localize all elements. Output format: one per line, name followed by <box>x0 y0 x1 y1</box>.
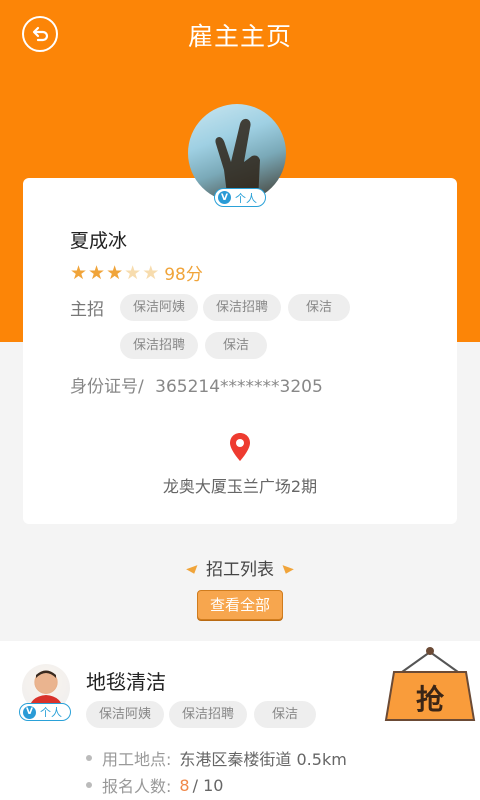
jobs-section-label: 招工列表 <box>206 560 274 580</box>
hire-label: 主招 <box>70 300 104 320</box>
hire-tag: 保洁 <box>205 332 267 359</box>
bullet-icon <box>86 782 92 788</box>
id-label: 身份证号/ <box>70 377 144 397</box>
decor-triangle-icon <box>185 564 200 576</box>
location-value: 东港区秦楼街道 0.5km <box>179 750 347 769</box>
rating-score: 98分 <box>164 265 203 285</box>
employer-address: 龙奥大厦玉兰广场2期 <box>162 477 318 496</box>
badge-label: 个人 <box>235 191 257 205</box>
signup-label: 报名人数: <box>102 777 172 796</box>
location-label: 用工地点: <box>102 750 172 769</box>
job-tag: 保洁 <box>254 701 316 728</box>
star-icon: ★ <box>88 261 106 284</box>
signup-count: 8 <box>179 775 190 795</box>
verified-icon: V <box>218 191 231 204</box>
badge-label: 个人 <box>40 706 62 719</box>
grab-label: 抢 <box>415 683 444 716</box>
jobs-section-title: 招工列表 <box>0 555 480 580</box>
hire-tag: 保洁 <box>288 294 350 321</box>
job-personal-badge: V 个人 <box>19 703 71 721</box>
top-bar: 雇主主页 <box>0 0 480 68</box>
star-icon: ★ <box>106 261 124 284</box>
decor-triangle-icon <box>280 564 295 576</box>
job-tag: 保洁阿姨 <box>86 701 164 728</box>
job-title: 地毯清洁 <box>86 670 166 694</box>
hire-tag: 保洁阿姨 <box>120 294 198 321</box>
job-signup-row: 报名人数: 8 / 10 <box>86 773 223 797</box>
location-pin-icon <box>229 432 251 466</box>
hire-tag: 保洁招聘 <box>120 332 198 359</box>
job-location-row: 用工地点: 东港区秦楼街道 0.5km <box>86 746 347 770</box>
signup-total: / 10 <box>192 775 224 795</box>
grab-job-button[interactable]: 抢 <box>384 644 476 724</box>
bullet-icon <box>86 755 92 761</box>
star-icon: ★ <box>142 261 160 284</box>
job-tag: 保洁招聘 <box>169 701 247 728</box>
id-value: 365214*******3205 <box>155 377 323 397</box>
employer-name: 夏成冰 <box>70 230 128 252</box>
star-icon: ★ <box>70 261 88 284</box>
verified-icon: V <box>23 705 36 719</box>
view-all-button[interactable]: 查看全部 <box>197 590 283 620</box>
id-number-row: 身份证号/ 365214*******3205 <box>70 372 323 397</box>
hire-tag: 保洁招聘 <box>203 294 281 321</box>
page-title: 雇主主页 <box>187 22 292 51</box>
star-icon: ★ <box>124 261 142 284</box>
rating-stars: ★ ★ ★ ★ ★ 98分 <box>70 260 203 286</box>
personal-badge: V 个人 <box>214 188 266 207</box>
